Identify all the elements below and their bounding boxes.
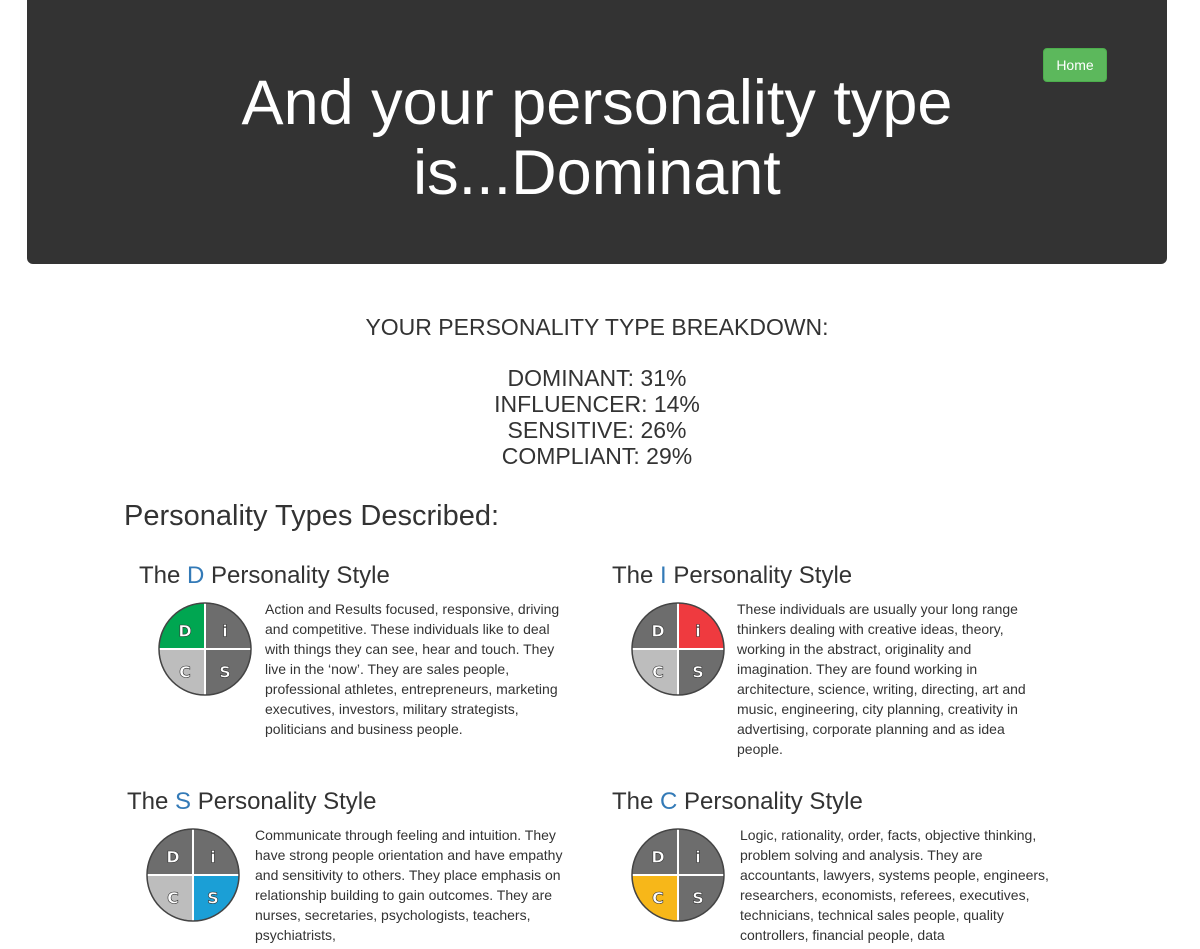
disc-d-icon: Di C S: [158, 602, 252, 696]
page-header: And your personality type is...Dominant …: [27, 0, 1167, 264]
home-button[interactable]: Home: [1043, 48, 1107, 82]
disc-letter-c: C: [167, 889, 179, 908]
card-s-title: The S Personality Style: [127, 787, 376, 817]
disc-letter-c: C: [179, 663, 191, 682]
disc-c-icon: Di C S: [631, 828, 725, 922]
disc-s-icon: Di C S: [146, 828, 240, 922]
disc-letter-c: C: [652, 663, 664, 682]
disc-letter-s: S: [207, 889, 219, 908]
card-d-title-prefix: The: [139, 562, 188, 589]
disc-letter-i: i: [695, 848, 700, 867]
disc-letter-c: C: [652, 889, 664, 908]
disc-i-icon: Di C S: [631, 602, 725, 696]
score-influencer: INFLUENCER: 14%: [494, 391, 700, 417]
card-i-description: These individuals are usually your long …: [737, 601, 1026, 757]
card-d-description: Action and Results focused, responsive, …: [265, 601, 560, 737]
card-s-description: Communicate through feeling and intuitio…: [255, 827, 563, 943]
card-i-title-prefix: The: [612, 562, 661, 589]
result-title: And your personality type is...Dominant: [27, 68, 1167, 208]
disc-letter-d: D: [166, 848, 179, 867]
card-i-title-suffix: Personality Style: [666, 562, 853, 589]
result-title-line1: And your personality type: [241, 68, 953, 138]
breakdown-title: YOUR PERSONALITY TYPE BREAKDOWN:: [365, 314, 829, 340]
disc-letter-s: S: [692, 663, 704, 682]
score-dominant: DOMINANT: 31%: [507, 365, 687, 391]
card-c-title: The C Personality Style: [612, 787, 863, 817]
card-i-title-letter: I: [660, 562, 667, 589]
score-list: DOMINANT: 31% INFLUENCER: 14% SENSITIVE:…: [0, 365, 1194, 469]
disc-letter-d: D: [178, 622, 191, 641]
described-title: Personality Types Described:: [124, 500, 500, 532]
disc-letter-d: D: [651, 848, 664, 867]
disc-letter-i: i: [210, 848, 215, 867]
score-sensitive: SENSITIVE: 26%: [507, 417, 687, 443]
breakdown-section: YOUR PERSONALITY TYPE BREAKDOWN: DOMINAN…: [0, 312, 1194, 469]
card-d-title: The D Personality Style: [139, 561, 390, 591]
disc-letter-d: D: [651, 622, 664, 641]
score-compliant: COMPLIANT: 29%: [501, 443, 693, 469]
card-d-title-suffix: Personality Style: [204, 562, 390, 589]
card-c-title-letter: C: [660, 788, 678, 815]
disc-letter-s: S: [219, 663, 231, 682]
card-c-description: Logic, rationality, order, facts, object…: [740, 827, 1049, 943]
card-i-title: The I Personality Style: [612, 561, 852, 591]
card-s-title-suffix: Personality Style: [191, 788, 377, 815]
disc-letter-i: i: [222, 622, 227, 641]
card-s-title-letter: S: [175, 788, 192, 815]
disc-letter-i: i: [695, 622, 700, 641]
card-c-title-prefix: The: [612, 788, 661, 815]
card-d-title-letter: D: [187, 562, 205, 589]
disc-letter-s: S: [692, 889, 704, 908]
card-c-title-suffix: Personality Style: [677, 788, 863, 815]
card-s-title-prefix: The: [127, 788, 176, 815]
result-title-line2: is...Dominant: [413, 138, 781, 208]
